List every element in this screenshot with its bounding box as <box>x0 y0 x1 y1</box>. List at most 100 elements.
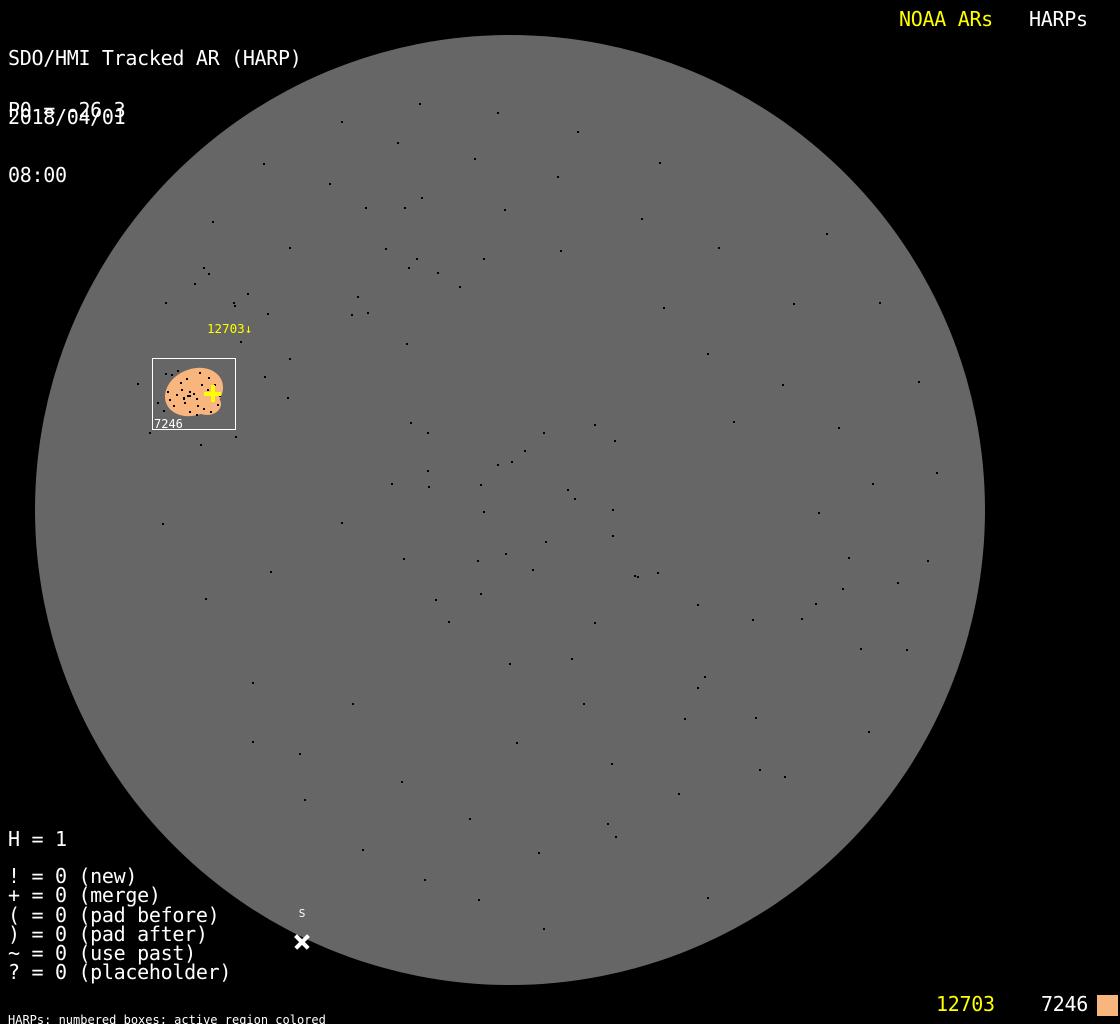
magnetogram-speckle <box>611 763 613 765</box>
magnetogram-speckle <box>718 247 720 249</box>
magnetogram-speckle <box>341 121 343 123</box>
magnetogram-speckle <box>203 267 205 269</box>
magnetogram-speckle <box>516 742 518 744</box>
magnetogram-speckle <box>137 383 139 385</box>
magnetogram-speckle <box>477 560 479 562</box>
magnetogram-speckle <box>205 598 207 600</box>
south-pole-label: S <box>293 908 311 919</box>
magnetogram-speckle <box>505 553 507 555</box>
magnetogram-speckle <box>678 793 680 795</box>
magnetogram-speckle <box>427 432 429 434</box>
magnetogram-speckle <box>480 484 482 486</box>
magnetogram-speckle <box>704 676 706 678</box>
magnetogram-speckle <box>264 376 266 378</box>
magnetogram-speckle <box>782 384 784 386</box>
magnetogram-speckle <box>659 162 661 164</box>
magnetogram-speckle <box>634 575 636 577</box>
magnetogram-speckle <box>428 486 430 488</box>
magnetogram-speckle <box>240 341 242 343</box>
magnetogram-speckle <box>352 703 354 705</box>
magnetogram-speckle <box>406 343 408 345</box>
harp-count-readout: H = 1 <box>8 830 67 850</box>
magnetogram-speckle <box>404 207 406 209</box>
magnetogram-speckle <box>567 489 569 491</box>
magnetogram-speckle <box>367 312 369 314</box>
harps-column-header: HARPs <box>1029 10 1088 30</box>
magnetogram-speckle <box>793 303 795 305</box>
magnetogram-speckle <box>538 852 540 854</box>
magnetogram-speckle <box>637 576 639 578</box>
magnetogram-speckle <box>235 436 237 438</box>
magnetogram-speckle <box>574 498 576 500</box>
x-cross-icon <box>293 933 311 951</box>
magnetogram-speckle <box>410 422 412 424</box>
magnetogram-speckle <box>448 621 450 623</box>
magnetogram-speckle <box>497 464 499 466</box>
magnetogram-speckle <box>287 397 289 399</box>
magnetogram-speckle <box>478 899 480 901</box>
magnetogram-speckle <box>304 799 306 801</box>
magnetogram-speckle <box>341 522 343 524</box>
magnetogram-speckle <box>299 753 301 755</box>
magnetogram-speckle <box>435 599 437 601</box>
magnetogram-speckle <box>289 358 291 360</box>
magnetogram-speckle <box>838 427 840 429</box>
p0-angle-readout: P0 = -26.3 <box>8 101 125 121</box>
magnetogram-speckle <box>437 272 439 274</box>
magnetogram-speckle <box>270 571 272 573</box>
magnetogram-speckle <box>697 687 699 689</box>
magnetogram-speckle <box>252 741 254 743</box>
magnetogram-speckle <box>583 703 585 705</box>
magnetogram-speckle <box>233 302 235 304</box>
magnetogram-speckle <box>408 267 410 269</box>
magnetogram-speckle <box>397 142 399 144</box>
magnetogram-speckle <box>252 682 254 684</box>
magnetogram-speckle <box>509 663 511 665</box>
magnetogram-speckle <box>615 836 617 838</box>
magnetogram-speckle <box>801 618 803 620</box>
legend-items: ! = 0 (new)+ = 0 (merge)( = 0 (pad befor… <box>8 867 231 983</box>
magnetogram-speckle <box>208 273 210 275</box>
magnetogram-speckle <box>497 112 499 114</box>
magnetogram-speckle <box>194 283 196 285</box>
magnetogram-speckle <box>641 218 643 220</box>
magnetogram-speckle <box>474 158 476 160</box>
magnetogram-speckle <box>365 207 367 209</box>
legend-item: ? = 0 (placeholder) <box>8 963 231 982</box>
magnetogram-speckle <box>483 258 485 260</box>
magnetogram-speckle <box>784 776 786 778</box>
magnetogram-speckle <box>897 582 899 584</box>
magnetogram-speckle <box>936 472 938 474</box>
plot-title: SDO/HMI Tracked AR (HARP) <box>8 49 302 69</box>
magnetogram-speckle <box>918 381 920 383</box>
south-pole-marker: S <box>293 908 311 944</box>
magnetogram-speckle <box>879 302 881 304</box>
magnetogram-speckle <box>560 250 562 252</box>
magnetogram-speckle <box>543 928 545 930</box>
magnetogram-speckle <box>826 233 828 235</box>
magnetogram-speckle <box>234 305 236 307</box>
magnetogram-speckle <box>165 302 167 304</box>
magnetogram-speckle <box>612 509 614 511</box>
magnetogram-speckle <box>818 512 820 514</box>
magnetogram-speckle <box>427 470 429 472</box>
magnetogram-speckle <box>663 307 665 309</box>
magnetogram-speckle <box>848 557 850 559</box>
noaa-ar-number-label: 12703↓ <box>207 322 252 335</box>
magnetogram-speckle <box>697 604 699 606</box>
magnetogram-speckle <box>906 649 908 651</box>
harp-number-label: 7246 <box>154 418 183 430</box>
magnetogram-speckle <box>401 781 403 783</box>
magnetogram-speckle <box>385 248 387 250</box>
magnetogram-speckle <box>571 658 573 660</box>
harp-tracking-plot: 7246 12703↓ S SDO/HMI Tracked AR (HARP) … <box>0 0 1120 1024</box>
magnetogram-speckle <box>868 731 870 733</box>
magnetogram-speckle <box>755 717 757 719</box>
magnetogram-speckle <box>543 432 545 434</box>
magnetogram-speckle <box>872 483 874 485</box>
footer-harp-number: 7246 <box>1041 995 1088 1015</box>
magnetogram-speckle <box>267 313 269 315</box>
magnetogram-speckle <box>419 103 421 105</box>
magnetogram-speckle <box>416 258 418 260</box>
plot-time: 08:00 <box>8 166 302 186</box>
